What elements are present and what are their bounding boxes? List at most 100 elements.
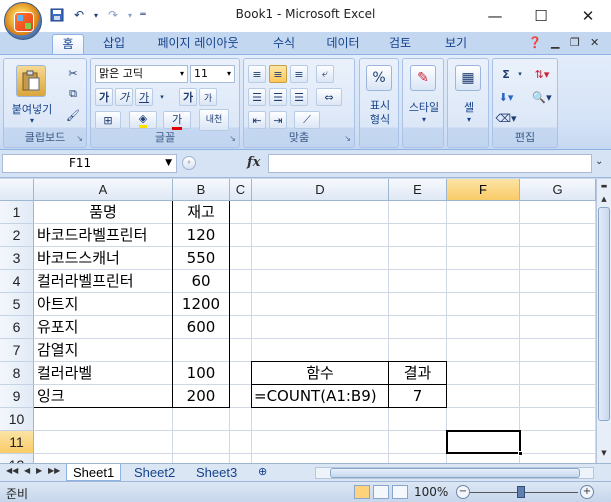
column-header-e[interactable]: E — [389, 179, 447, 201]
cell-b9[interactable]: 200 — [173, 385, 229, 407]
cell-b5[interactable]: 1200 — [173, 293, 229, 315]
page-layout-view-button[interactable] — [373, 485, 389, 499]
cell-b8[interactable]: 100 — [173, 362, 229, 384]
tab-review[interactable]: 검토 — [380, 34, 420, 54]
cell-a4[interactable]: 컬러라벨프린터 — [34, 270, 172, 292]
first-sheet-icon[interactable]: ◀◀ — [6, 466, 18, 475]
next-sheet-icon[interactable]: ▶ — [36, 466, 42, 475]
align-center-button[interactable]: ☰ — [269, 88, 287, 106]
paste-button-label[interactable]: 붙여넣기 — [6, 101, 58, 117]
font-size-select[interactable]: 11 ▾ — [190, 65, 235, 83]
row-header-1[interactable]: 1 — [0, 201, 34, 224]
paste-dropdown-icon[interactable]: ▾ — [24, 116, 40, 125]
ribbon-restore-icon[interactable]: ❐ — [570, 36, 580, 49]
autosum-dropdown-icon[interactable]: ▾ — [515, 65, 525, 83]
fill-button[interactable]: ⬇▾ — [497, 88, 515, 106]
cell-d8[interactable]: 함수 — [252, 362, 388, 384]
sheet-tab-sheet1[interactable]: Sheet1 — [66, 464, 122, 481]
horizontal-scrollbar[interactable] — [315, 467, 594, 479]
cell-a2[interactable]: 바코드라벨프린터 — [34, 224, 172, 246]
cell-a7[interactable]: 감열지 — [34, 339, 172, 361]
horizontal-scroll-thumb[interactable] — [330, 468, 580, 478]
phonetic-button[interactable]: 내천 — [199, 109, 229, 131]
cell-a8[interactable]: 컬러라벨 — [34, 362, 172, 384]
zoom-level[interactable]: 100% — [414, 485, 448, 499]
tab-home[interactable]: 홈 — [52, 34, 84, 54]
grow-font-button[interactable]: 가 — [179, 88, 197, 106]
cells-dropdown-icon[interactable]: ▾ — [448, 115, 490, 124]
copy-icon[interactable]: ⧉ — [64, 85, 82, 103]
help-icon[interactable]: ❓ — [528, 36, 542, 49]
row-header-6[interactable]: 6 — [0, 316, 34, 339]
worksheet-grid[interactable]: A B C D E F G 1 2 3 4 5 6 7 8 9 10 11 12… — [0, 179, 596, 463]
ribbon-close-icon[interactable]: ✕ — [590, 36, 599, 49]
row-header-10[interactable]: 10 — [0, 408, 34, 431]
row-header-4[interactable]: 4 — [0, 270, 34, 293]
cell-b7[interactable] — [173, 339, 229, 361]
align-bottom-button[interactable]: ≡ — [290, 65, 308, 83]
number-format-icon[interactable]: % — [366, 65, 392, 91]
styles-icon[interactable]: ✎ — [410, 65, 436, 91]
select-all-corner[interactable] — [0, 179, 34, 201]
orientation-button[interactable]: ⟋ — [294, 111, 320, 129]
zoom-slider-thumb[interactable] — [517, 486, 525, 498]
cut-icon[interactable]: ✂ — [64, 64, 82, 82]
font-name-select[interactable]: 맑은 고딕 ▾ — [95, 65, 188, 83]
fill-handle[interactable] — [518, 451, 523, 456]
align-top-button[interactable]: ≡ — [248, 65, 266, 83]
row-header-2[interactable]: 2 — [0, 224, 34, 247]
row-header-8[interactable]: 8 — [0, 362, 34, 385]
last-sheet-icon[interactable]: ▶▶ — [48, 466, 60, 475]
cell-e9[interactable]: 7 — [389, 385, 446, 407]
ribbon-minimize-icon[interactable]: ▁ — [551, 36, 559, 49]
expand-formula-bar-icon[interactable]: ⌄ — [595, 156, 603, 167]
align-middle-button[interactable]: ≡ — [269, 65, 287, 83]
sheet-tab-sheet3[interactable]: Sheet3 — [190, 464, 243, 481]
cell-a6[interactable]: 유포지 — [34, 316, 172, 338]
clear-button[interactable]: ⌫▾ — [495, 109, 516, 127]
paste-icon[interactable] — [16, 65, 46, 97]
font-color-button[interactable]: 가 — [163, 111, 191, 130]
cell-e8[interactable]: 결과 — [389, 362, 446, 384]
active-cell-f11[interactable] — [446, 430, 523, 456]
insert-sheet-icon[interactable]: ⊕ — [252, 464, 273, 481]
name-box-dropdown-icon[interactable]: ▼ — [165, 155, 172, 172]
prev-sheet-icon[interactable]: ◀ — [24, 466, 30, 475]
increase-indent-button[interactable]: ⇥ — [269, 111, 287, 129]
bold-button[interactable]: 가 — [95, 88, 113, 106]
styles-dropdown-icon[interactable]: ▾ — [403, 115, 445, 124]
tab-insert[interactable]: 삽입 — [94, 34, 134, 54]
cell-a1[interactable]: 품명 — [34, 201, 172, 223]
split-box-icon[interactable]: ▬ — [598, 180, 610, 192]
italic-button[interactable]: 가 — [115, 88, 133, 106]
number-format-label[interactable]: 표시 형식 — [360, 99, 400, 127]
find-select-button[interactable]: 🔍▾ — [529, 88, 555, 106]
cell-a3[interactable]: 바코드스캐너 — [34, 247, 172, 269]
row-header-9[interactable]: 9 — [0, 385, 34, 408]
cell-b4[interactable]: 60 — [173, 270, 229, 292]
cell-b1[interactable]: 재고 — [173, 201, 229, 223]
zoom-in-icon[interactable]: + — [580, 485, 594, 499]
vertical-scroll-thumb[interactable] — [598, 207, 610, 421]
normal-view-button[interactable] — [354, 485, 370, 499]
column-header-d[interactable]: D — [252, 179, 389, 201]
row-header-7[interactable]: 7 — [0, 339, 34, 362]
wrap-text-button[interactable]: ⤶ — [316, 65, 334, 83]
vertical-scrollbar[interactable]: ▬ ▲ ▼ — [596, 179, 611, 463]
column-header-g[interactable]: G — [520, 179, 596, 201]
cell-a5[interactable]: 아트지 — [34, 293, 172, 315]
tab-formulas[interactable]: 수식 — [264, 34, 304, 54]
underline-button[interactable]: 가 — [135, 88, 153, 106]
row-header-3[interactable]: 3 — [0, 247, 34, 270]
align-right-button[interactable]: ☰ — [290, 88, 308, 106]
column-header-f[interactable]: F — [447, 179, 520, 201]
insert-function-icon[interactable]: fx — [247, 155, 260, 170]
column-header-b[interactable]: B — [173, 179, 230, 201]
format-painter-icon[interactable]: 🖌 — [64, 106, 82, 124]
cells-icon[interactable]: ▦ — [455, 65, 481, 91]
borders-button[interactable]: ⊞ — [95, 111, 121, 129]
scroll-down-icon[interactable]: ▼ — [598, 447, 610, 459]
fill-color-button[interactable]: ◈ — [129, 111, 157, 129]
close-button[interactable]: ✕ — [565, 0, 611, 32]
column-header-a[interactable]: A — [34, 179, 173, 201]
